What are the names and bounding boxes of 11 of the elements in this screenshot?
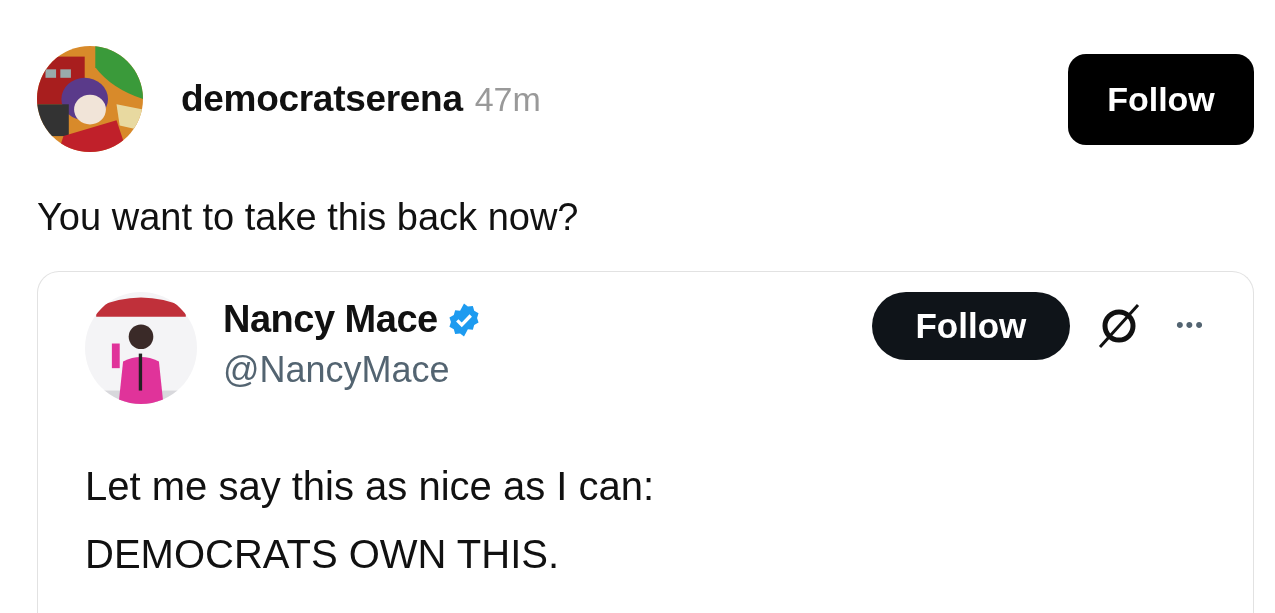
author-handle[interactable]: @NancyMace	[223, 349, 482, 391]
tweet-text-line: DEMOCRATS OWN THIS.	[85, 531, 561, 578]
username[interactable]: democratserena	[181, 78, 463, 120]
tweet-text-line: Let me say this as nice as I can:	[85, 463, 656, 510]
quoted-post-card[interactable]: Nancy Mace @NancyMace Follow ••• Let me say this as nice as I can: DEMOCRATS OWN THIS.	[37, 271, 1254, 613]
author-name[interactable]: Nancy Mace	[223, 298, 438, 341]
follow-button[interactable]: Follow	[871, 292, 1070, 360]
post-time: 47m	[474, 79, 541, 119]
more-options-button[interactable]: •••	[1175, 312, 1205, 338]
follow-button[interactable]: Follow	[1068, 53, 1254, 145]
post-text: You want to take this back now?	[37, 196, 580, 239]
